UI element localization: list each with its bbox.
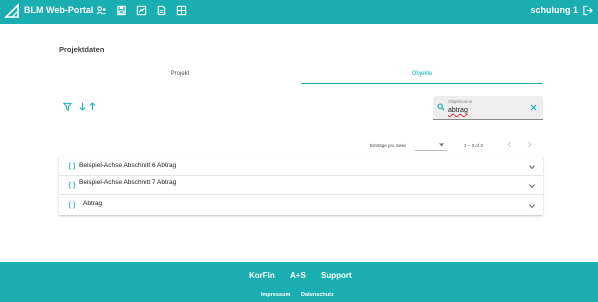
search-label: Objektname — [448, 99, 473, 104]
user-name[interactable]: schulung 1 — [530, 5, 578, 15]
save-icon[interactable] — [116, 5, 127, 16]
item-label: Abtrag — [83, 200, 103, 207]
tab-bar: Projekt Objekte — [59, 66, 543, 84]
item-label: Beispiel-Achse Abschnitt 7 Abtrag — [79, 179, 177, 186]
pager-range: 1 – 3 of 3 — [464, 143, 483, 148]
top-bar: BLM Web-Portal schulung 1 — [0, 0, 598, 24]
braces-icon — [68, 201, 76, 209]
document-icon[interactable] — [156, 5, 167, 16]
chevron-down-icon[interactable] — [529, 203, 535, 209]
chevron-down-icon[interactable] — [529, 183, 535, 189]
item-label: Beispiel-Achse Abschnitt 6 Abtrag — [79, 162, 177, 169]
prev-page-icon[interactable] — [506, 141, 513, 148]
sort-desc-icon[interactable] — [78, 102, 87, 111]
per-page-value: 5 — [418, 142, 421, 147]
list-item[interactable]: Beispiel-Achse Abschnitt 6 Abtrag — [59, 157, 543, 176]
footer-link-support[interactable]: Support — [321, 271, 352, 280]
close-icon[interactable] — [530, 104, 537, 111]
search-icon — [437, 103, 445, 111]
braces-icon — [68, 162, 76, 170]
filter-icon[interactable] — [63, 102, 72, 111]
footer-link-as[interactable]: A+S — [290, 271, 306, 280]
search-field[interactable]: Objektname abtrag — [433, 96, 543, 120]
logout-icon[interactable] — [582, 5, 593, 16]
tab-objekte[interactable]: Objekte — [301, 66, 543, 84]
per-page-label: Einträge pro Seite — [370, 143, 407, 148]
app-title[interactable]: BLM Web-Portal — [24, 5, 93, 15]
list-item[interactable]: Abtrag — [59, 195, 543, 215]
per-page-select[interactable]: 5 — [415, 139, 447, 151]
page-title: Projektdaten — [59, 45, 105, 54]
chart-icon[interactable] — [136, 5, 147, 16]
search-input[interactable]: abtrag — [448, 107, 468, 114]
footer-link-korfin[interactable]: KorFin — [249, 271, 275, 280]
object-list: Beispiel-Achse Abschnitt 6 Abtrag Beispi… — [59, 157, 543, 215]
logo-icon[interactable] — [4, 3, 20, 19]
footer-link-datenschutz[interactable]: Datenschutz — [301, 292, 334, 298]
grid-icon[interactable] — [176, 5, 187, 16]
tab-projekt[interactable]: Projekt — [59, 66, 301, 84]
chevron-down-icon[interactable] — [529, 164, 535, 170]
caret-down-icon — [439, 143, 444, 147]
people-icon[interactable] — [96, 5, 107, 16]
braces-icon — [68, 181, 76, 189]
sort-asc-icon[interactable] — [88, 102, 97, 111]
footer-link-impressum[interactable]: Impressum — [261, 292, 290, 298]
next-page-icon[interactable] — [526, 141, 533, 148]
footer: KorFin A+S Support Impressum Datenschutz — [0, 262, 598, 302]
list-item[interactable]: Beispiel-Achse Abschnitt 7 Abtrag — [59, 176, 543, 195]
